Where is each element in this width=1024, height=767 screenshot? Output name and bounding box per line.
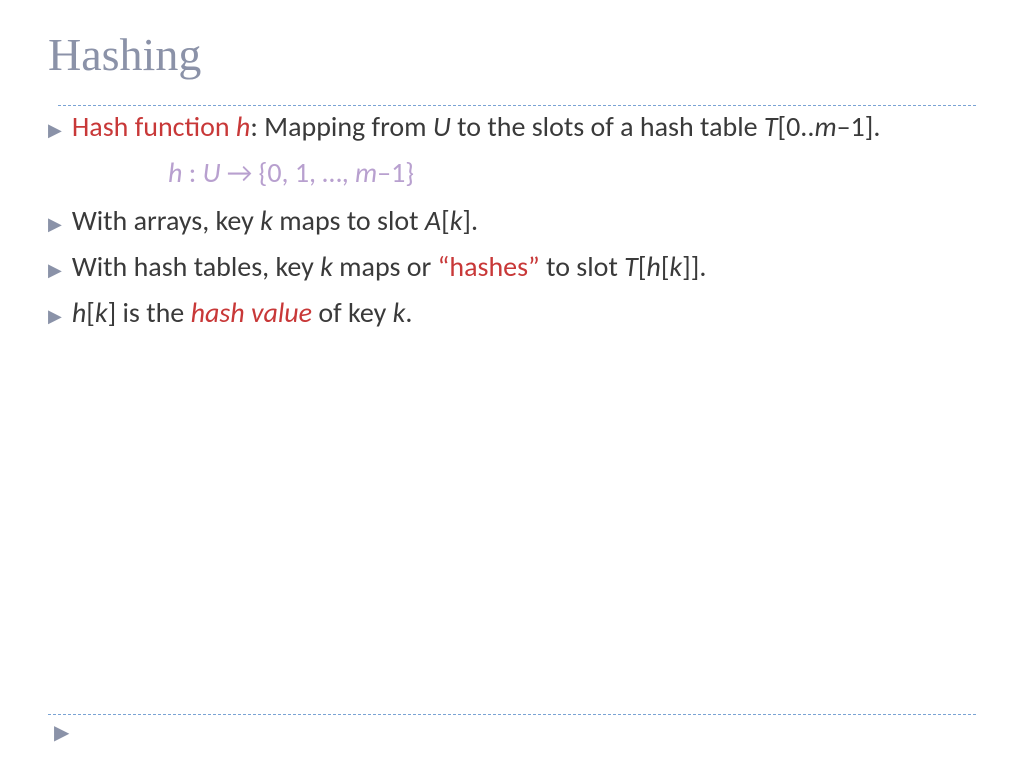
- bullet-text: With hash tables, key k maps or “hashes”…: [72, 246, 976, 288]
- text-fragment: “hashes”: [438, 249, 540, 284]
- text-fragment: k: [260, 203, 273, 238]
- bullet-icon: ▶: [48, 117, 62, 144]
- bullet-3: ▶ With hash tables, key k maps or “hashe…: [48, 246, 976, 288]
- text-fragment: [: [441, 203, 450, 238]
- bullet-icon: ▶: [48, 257, 62, 284]
- text-fragment: k: [393, 295, 406, 330]
- bullet-2: ▶ With arrays, key k maps to slot A[k].: [48, 200, 976, 242]
- slide: Hashing ▶ Hash function h: Mapping from …: [0, 0, 1024, 767]
- bullet-1: ▶ Hash function h: Mapping from U to the…: [48, 106, 976, 148]
- text-fragment: of key: [312, 295, 393, 330]
- text-fragment: T: [624, 249, 638, 284]
- text-fragment: :: [189, 155, 203, 190]
- bullet-text: h[k] is the hash value of key k.: [72, 292, 976, 334]
- slide-title: Hashing: [48, 28, 976, 81]
- text-fragment: ]].: [682, 249, 706, 284]
- text-fragment: to slot: [540, 249, 624, 284]
- text-fragment: With arrays, key: [72, 203, 260, 238]
- text-fragment: U: [433, 109, 451, 144]
- text-fragment: –1].: [837, 109, 881, 144]
- text-fragment: maps or: [333, 249, 438, 284]
- text-fragment: With hash tables, key: [72, 249, 320, 284]
- text-fragment: h: [236, 109, 250, 144]
- text-fragment: → {0, 1, …,: [227, 155, 355, 190]
- text-fragment: [0..: [778, 109, 815, 144]
- text-fragment: m: [814, 109, 836, 144]
- text-fragment: h: [646, 249, 660, 284]
- text-fragment: .: [405, 295, 412, 330]
- text-fragment: k: [669, 249, 682, 284]
- text-fragment: A: [425, 203, 441, 238]
- bullet-icon: ▶: [48, 303, 62, 330]
- divider-bottom: [48, 714, 976, 715]
- text-fragment: U: [203, 155, 227, 190]
- footer-bullet-icon: ▶: [54, 720, 69, 745]
- text-fragment: k: [450, 203, 463, 238]
- text-fragment: maps to slot: [273, 203, 425, 238]
- bullet-4: ▶ h[k] is the hash value of key k.: [48, 292, 976, 334]
- text-fragment: k: [320, 249, 333, 284]
- text-fragment: m: [355, 155, 377, 190]
- function-definition: h : U → {0, 1, …, m–1}: [168, 152, 976, 194]
- text-fragment: [: [86, 295, 95, 330]
- text-fragment: h: [168, 155, 189, 190]
- bullet-icon: ▶: [48, 211, 62, 238]
- text-fragment: –1}: [377, 155, 414, 190]
- text-fragment: T: [764, 109, 778, 144]
- text-fragment: : Mapping from: [250, 109, 433, 144]
- text-fragment: hash value: [191, 295, 313, 330]
- content-area: ▶ Hash function h: Mapping from U to the…: [48, 106, 976, 334]
- text-fragment: ] is the: [108, 295, 191, 330]
- text-fragment: k: [95, 295, 108, 330]
- text-fragment: ].: [462, 203, 478, 238]
- bullet-text: Hash function h: Mapping from U to the s…: [72, 106, 976, 148]
- text-fragment: h: [72, 295, 86, 330]
- bullet-text: With arrays, key k maps to slot A[k].: [72, 200, 976, 242]
- text-fragment: Hash function: [72, 109, 236, 144]
- text-fragment: to the slots of a hash table: [451, 109, 764, 144]
